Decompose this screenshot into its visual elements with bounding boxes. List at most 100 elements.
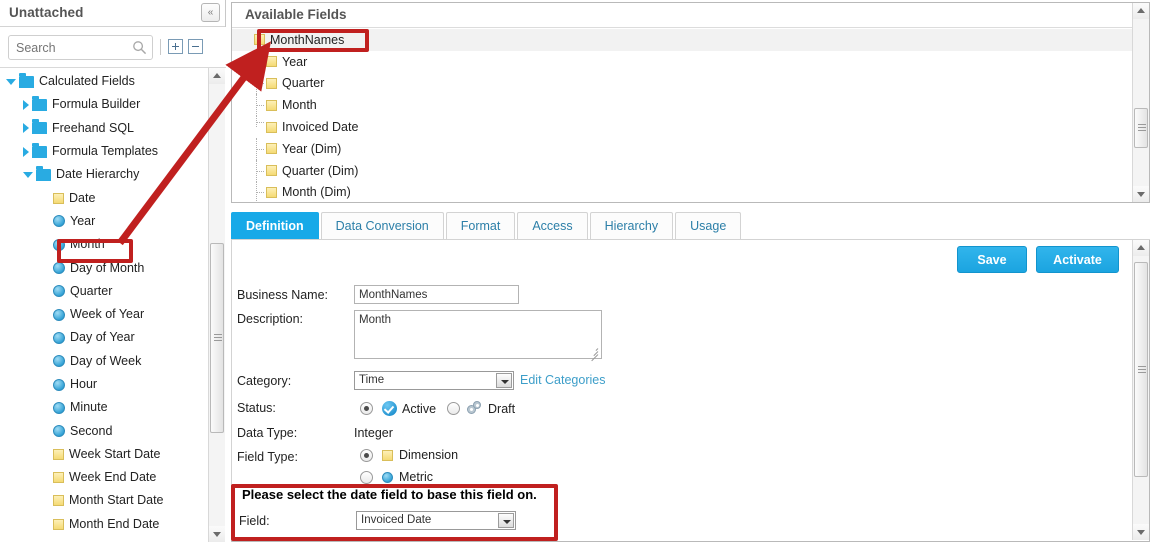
caret-right-icon[interactable] [23,146,29,157]
caret-right-icon[interactable] [23,123,29,134]
tree-item-label: Hour [70,377,98,391]
scroll-up-arrow[interactable] [1133,240,1149,256]
description-textarea[interactable] [354,310,602,359]
tree-item[interactable]: Hour [0,373,202,396]
yellow-square-icon [254,34,265,46]
tab-format[interactable]: Format [445,212,516,240]
business-name-label: Business Name: [237,288,329,302]
tree-item-label: Week End Date [69,470,157,485]
activate-button[interactable]: Activate [1036,246,1119,273]
scroll-down-arrow[interactable] [1133,524,1149,540]
search-box[interactable] [8,35,153,60]
category-label: Category: [237,374,292,388]
available-field-label: Quarter [282,76,325,91]
tree-item[interactable]: Week Start Date [0,443,202,466]
tab-hierarchy[interactable]: Hierarchy [589,212,674,240]
scroll-up-arrow[interactable] [1133,3,1149,19]
business-name-input[interactable] [354,285,519,304]
field-type-label: Field Type: [237,450,298,464]
tree-item[interactable]: Minute [0,396,202,419]
tree-item[interactable]: Month [0,233,202,256]
tree-item[interactable]: Month End Date [0,513,202,536]
yellow-square-icon [382,450,393,461]
status-label: Status: [237,401,276,415]
save-button[interactable]: Save [957,246,1027,273]
tab-data-conversion[interactable]: Data Conversion [320,212,444,240]
expand-all-icon[interactable] [168,39,183,54]
available-field-item[interactable]: Quarter (Dim) [232,159,1132,182]
tree-item[interactable]: Day of Week [0,350,202,373]
tree-item[interactable]: Week of Year [0,303,202,326]
scroll-thumb[interactable] [1134,262,1148,477]
scroll-down-arrow[interactable] [1133,186,1149,202]
tree-item[interactable]: Formula Templates [0,140,202,163]
tree-item[interactable]: Formula Builder [0,93,202,116]
available-field-item[interactable]: Month [232,94,1132,117]
tree-item[interactable]: Freehand SQL [0,117,202,140]
double-chevron-left-icon[interactable]: « [201,3,220,22]
description-label: Description: [237,312,303,326]
caret-down-icon[interactable] [6,78,16,85]
status-active-radio[interactable] [360,402,373,415]
blue-circle-icon [53,401,65,414]
tab-definition[interactable]: Definition [231,212,319,240]
yellow-square-icon [53,448,64,460]
blue-circle-icon [53,262,65,275]
tab-usage[interactable]: Usage [675,212,742,240]
blue-circle-icon [53,425,65,438]
yellow-square-icon [266,165,277,177]
available-field-item[interactable]: Month (Dim) [232,181,1132,202]
panel-header: Unattached « [0,0,225,27]
available-field-item[interactable]: Quarter [232,72,1132,95]
scroll-down-arrow[interactable] [209,526,225,542]
chevron-down-icon[interactable] [498,513,514,528]
category-select[interactable]: Time [354,371,514,390]
available-field-label: Month [282,98,317,113]
available-field-item[interactable]: Invoiced Date [232,116,1132,138]
available-field-item[interactable]: Year [232,50,1132,73]
tree-item[interactable]: Day of Year [0,326,202,349]
definition-scrollbar[interactable] [1132,240,1149,540]
tree-item[interactable]: Week End Date [0,466,202,489]
status-draft-radio[interactable] [447,402,460,415]
tree-item[interactable]: Year [0,210,202,233]
edit-categories-link[interactable]: Edit Categories [520,373,605,387]
search-toolbar [0,27,226,68]
application-window: Unattached « Calculated Fields Formula Bu… [0,0,1150,542]
tree-item[interactable]: Calculated Fields [0,70,202,93]
tree-item[interactable]: Month Start Date [0,489,202,512]
tree-item-label: Week of Year [70,307,145,322]
caret-down-icon[interactable] [23,171,33,178]
field-type-dimension-radio[interactable] [360,449,373,462]
scroll-thumb[interactable] [210,243,224,433]
tree-item[interactable]: Date [0,186,202,209]
tree-scrollbar[interactable] [208,68,225,542]
category-value: Time [359,374,385,386]
folder-icon [32,119,47,135]
definition-panel: Save Activate Business Name: Description… [231,240,1150,542]
folder-icon [32,142,47,158]
available-field-label: Year [282,54,308,69]
search-input[interactable] [9,36,129,59]
blue-circle-icon [53,331,65,344]
scroll-grip-icon [1138,124,1146,132]
available-fields-scrollbar[interactable] [1132,3,1149,202]
collapse-all-icon[interactable] [188,39,203,54]
caret-right-icon[interactable] [23,99,29,110]
chevron-down-icon[interactable] [496,373,512,388]
available-field-label: Invoiced Date [282,120,359,135]
tab-access[interactable]: Access [517,212,588,240]
scroll-thumb[interactable] [1134,108,1148,148]
available-field-item[interactable]: MonthNames [232,29,1132,51]
tree-item[interactable]: Second [0,419,202,442]
scroll-up-arrow[interactable] [209,68,225,84]
date-base-field-select[interactable]: Invoiced Date [356,511,516,530]
search-icon[interactable] [132,40,147,55]
tree-item[interactable]: Day of Month [0,256,202,279]
tree-item[interactable]: Quarter [0,280,202,303]
available-field-label: Year (Dim) [282,141,342,156]
blue-circle-icon [53,378,65,391]
available-field-item[interactable]: Year (Dim) [232,137,1132,160]
tree-item[interactable]: Date Hierarchy [0,163,202,186]
available-fields-list: MonthNames Year Quarter Month Invoiced Date Y… [232,29,1132,202]
